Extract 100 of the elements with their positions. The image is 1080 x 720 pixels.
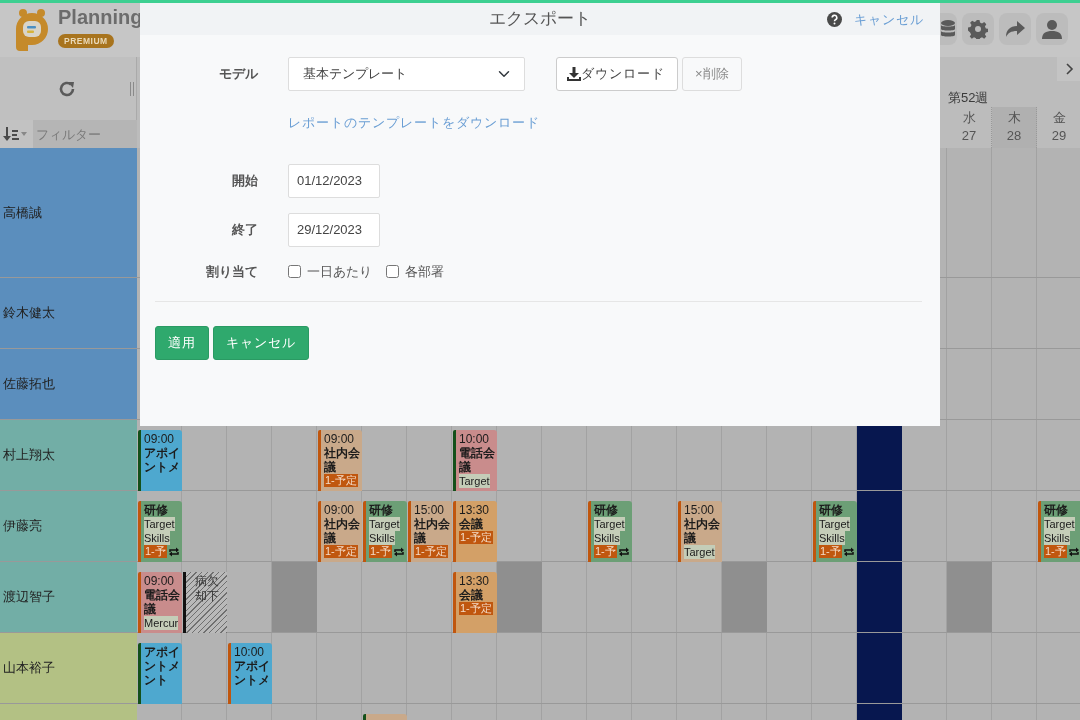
event-card[interactable]: 研修 Target Skills 1-予 [813,501,857,562]
person-name[interactable]: 高橋誠 [0,148,137,278]
resize-handle[interactable] [130,81,134,96]
event-title: アポイントメ [234,659,271,687]
event-card[interactable]: 研修 Target Skills 1-予 [363,501,407,562]
event-title: 電話会議 [459,446,496,474]
event-tag: 1-予 [369,545,392,558]
event-time: 10:00 [234,645,266,659]
highlighted-day-cell [857,633,902,703]
event-title: 社内会議 [324,517,361,545]
unavailable-cell [947,562,992,632]
logo-text: Planning [58,6,143,27]
event-card[interactable]: 09:00 社内会議 1-予定 [318,430,362,491]
event-card[interactable]: 10:00 電話会議 Target [453,430,497,491]
event-tag: 1-予定 [459,531,493,544]
share-icon [1005,18,1025,39]
checkbox[interactable] [288,264,301,278]
share-button[interactable] [999,12,1031,45]
settings-button[interactable] [962,12,994,45]
event-tag: 1-予 [819,545,842,558]
event-title: 研修 [1044,503,1069,517]
date-field[interactable]: 01/12/2023 [288,163,380,198]
next-button[interactable] [1057,57,1080,81]
event-tag: 1-予定 [459,602,493,615]
event-time: 09:00 [144,432,176,446]
event-title: 研修 [594,503,619,517]
event-tag: 1-予定 [324,474,358,487]
event-card[interactable]: アポイントメント [138,643,182,704]
event-card[interactable]: 研修 Target Skills 1-予 [588,501,632,562]
person-name[interactable]: 佐藤拓也 [0,349,137,420]
event-detail: Skills [369,531,395,545]
event-time: 15:00 [414,503,446,517]
event-card[interactable]: 09:00 アポイントメ [138,430,182,491]
event-detail: Skills [819,531,845,545]
event-card[interactable]: 15:00 社内会議 1-予定 [408,501,452,562]
event-tag: 1-予定 [414,545,448,558]
event-detail: Skills [144,531,170,545]
event-title: アポイントメ [144,446,181,474]
checkbox[interactable] [386,264,399,278]
sort-icon [3,126,19,142]
event-title: 研修 [144,503,169,517]
event-card[interactable]: 10:00 アポイントメ [228,643,272,704]
caret-icon [21,132,27,136]
sort-button[interactable] [0,120,33,148]
highlighted-day-cell [857,562,902,632]
field-label: 割り当て [205,262,258,281]
event-title: 研修 [819,503,844,517]
highlighted-day-cell [857,491,902,561]
user-icon [1042,18,1062,39]
event-card[interactable]: 09:00 社内会議 1-予定 [318,501,362,562]
event-card[interactable]: 研修 Target Skills 1-予 [1038,501,1080,562]
settings-icon [968,18,988,39]
absence-card[interactable]: 病欠 却下 [183,572,227,633]
event-tag: 1-予 [1044,545,1067,558]
week-label: 第52週 [947,88,990,107]
event-card[interactable]: 13:30 会議 1-予定 [453,501,497,562]
event-title: 社内会議 [684,517,721,545]
event-title: 社内会議 [414,517,451,545]
event-card[interactable]: 13:30 会議 1-予定 [453,572,497,633]
date-field[interactable]: 29/12/2023 [288,212,380,247]
event-detail: Target [459,474,490,488]
event-tag: 1-予定 [324,545,358,558]
event-detail: Skills [594,531,620,545]
event-time: 13:30 [459,503,491,517]
field-label: モデル [218,65,258,84]
unavailable-cell [497,562,542,632]
refresh-icon[interactable] [58,79,76,98]
download-button[interactable]: ダウンロード [556,57,678,91]
event-tag: 1-予 [594,545,617,558]
event-detail: Target [1044,517,1075,531]
download-icon [567,67,581,81]
person-name[interactable]: 村上翔太 [0,420,137,491]
event-detail: Target [369,517,400,531]
person-name[interactable]: 渡辺智子 [0,562,137,633]
field-label: 終了 [231,220,258,239]
event-detail: Target [144,517,175,531]
event-title: 会議 [459,588,484,602]
model-select[interactable]: 基本テンプレート [288,57,525,91]
event-detail: Mercur [144,616,179,630]
event-detail: Target [594,517,625,531]
checkbox-label: 一日あたり [307,262,372,281]
person-name[interactable]: 鈴木健太 [0,278,137,349]
event-title: アポイントメント [144,645,181,687]
chevron-right-icon [1065,63,1074,75]
event-time: 10:00 [459,432,491,446]
event-time: 09:00 [144,574,176,588]
event-title: 電話会議 [144,588,181,616]
person-name[interactable]: 山本裕子 [0,633,137,704]
event-time: 13:30 [459,574,491,588]
help-icon[interactable] [827,12,842,28]
day-header[interactable]: 木 28 [992,107,1037,148]
event-card[interactable]: 09:00 電話会議 Mercur [138,572,182,633]
event-card[interactable]: 15:00 社内会議 Target [678,501,722,562]
user-button[interactable] [1036,12,1068,45]
unavailable-cell [722,562,767,632]
person-name[interactable]: 伊藤亮 [0,491,137,562]
field-label: 開始 [231,171,258,190]
event-time: 09:00 [324,432,356,446]
event-card[interactable]: 研修 Target Skills 1-予 [138,501,182,562]
event-title: 社内会議 [324,446,361,474]
